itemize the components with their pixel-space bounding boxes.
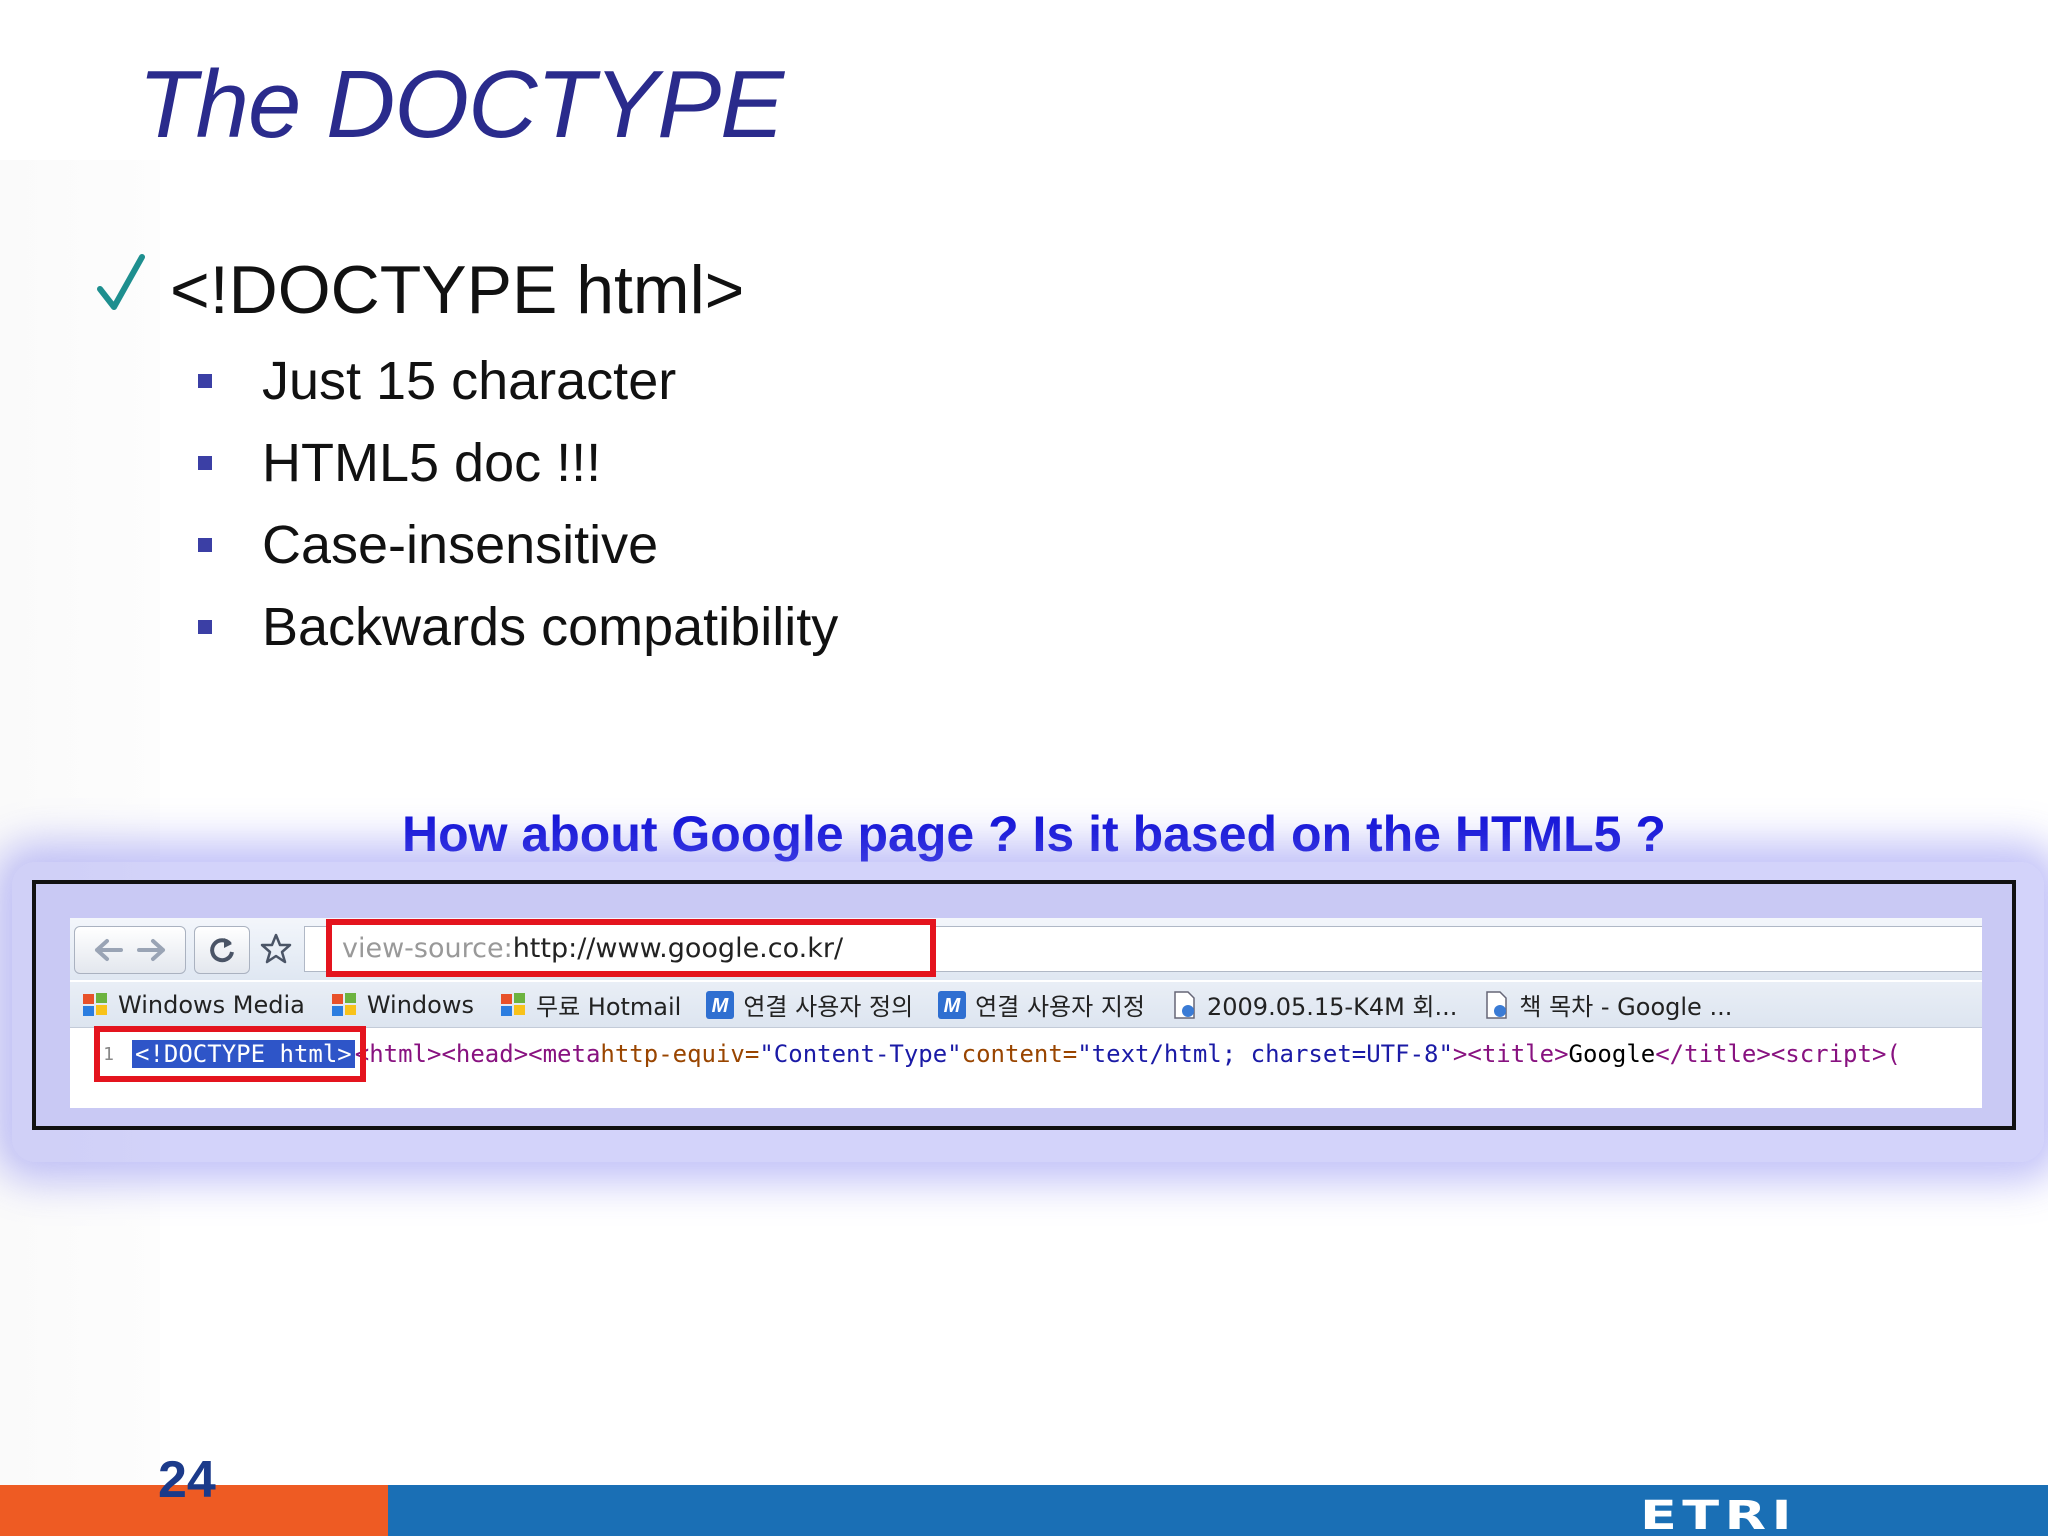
sub-bullet-text: Backwards compatibility (262, 597, 839, 657)
square-bullet-icon (198, 374, 212, 388)
sub-bullet-list: Just 15 character HTML5 doc !!! Case-ins… (198, 340, 838, 668)
back-forward-icon (95, 939, 165, 961)
url-highlight-box[interactable]: view-source:http://www.google.co.kr/ (326, 919, 936, 977)
browser-screenshot: Windows Media Windows 무료 Hotmail M 연결 사용… (32, 880, 2016, 1130)
source-tags: ><title> (1452, 1040, 1569, 1068)
square-bullet-icon (198, 538, 212, 552)
source-title-text: Google (1568, 1040, 1656, 1068)
reload-icon (210, 938, 234, 963)
main-bullet-text: <!DOCTYPE html> (170, 252, 745, 328)
bookmark-item[interactable]: 무료 Hotmail (498, 987, 681, 1022)
windows-icon (331, 992, 356, 1016)
bookmark-item[interactable]: Windows (329, 990, 474, 1020)
doctype-highlight-box (94, 1026, 366, 1082)
page-number: 24 (158, 1451, 216, 1509)
bookmark-label: 무료 Hotmail (535, 993, 682, 1021)
svg-text:M: M (944, 995, 962, 1017)
square-bullet-icon (198, 620, 212, 634)
sub-bullet-item: Case-insensitive (198, 504, 838, 586)
source-value: "text/html; charset=UTF-8" (1077, 1040, 1453, 1068)
windows-icon (83, 992, 107, 1016)
sub-bullet-item: HTML5 doc !!! (198, 422, 838, 504)
bookmark-item[interactable]: M 연결 사용자 지정 (937, 987, 1145, 1022)
source-tags: </title><script>( (1655, 1040, 1901, 1068)
reload-button[interactable] (194, 926, 250, 974)
source-tags: <html><head><meta (354, 1040, 601, 1068)
m-icon: M (938, 990, 967, 1019)
page-icon (1486, 990, 1508, 1019)
slide-background-shade (0, 160, 160, 1485)
sub-bullet-text: Case-insensitive (262, 515, 659, 575)
windows-icon (500, 992, 525, 1016)
bookmark-item[interactable]: Windows Media (80, 990, 305, 1020)
url-main: http://www.google.co.kr/ (512, 932, 844, 964)
source-attribute: content= (961, 1040, 1078, 1068)
bookmark-item[interactable]: 2009.05.15-K4M 회... (1169, 987, 1457, 1022)
bookmark-label: Windows Media (118, 990, 305, 1019)
m-icon: M (706, 990, 735, 1019)
bookmark-label: 책 목차 - Google ... (1519, 993, 1733, 1021)
sub-bullet-text: HTML5 doc !!! (262, 433, 602, 493)
bookmark-label: 연결 사용자 정의 (743, 993, 914, 1021)
source-value: "Content-Type" (759, 1040, 962, 1068)
square-bullet-icon (198, 456, 212, 470)
question-caption: How about Google page ? Is it based on t… (402, 806, 1666, 862)
page-icon (1174, 990, 1195, 1019)
sub-bullet-item: Just 15 character (198, 340, 838, 422)
url-text: view-source:http://www.google.co.kr/ (342, 933, 843, 964)
star-icon (260, 933, 292, 964)
bookmarks-bar: Windows Media Windows 무료 Hotmail M 연결 사용… (70, 982, 1982, 1028)
bookmark-item[interactable]: 책 목차 - Google ... (1481, 987, 1732, 1022)
footer-blue-band (388, 1485, 2048, 1536)
bookmark-label: 연결 사용자 지정 (975, 993, 1145, 1021)
url-prefix: view-source: (342, 932, 513, 964)
main-bullet: <!DOCTYPE html> (96, 240, 744, 340)
back-forward-buttons[interactable] (74, 926, 186, 974)
bookmark-label: 2009.05.15-K4M 회... (1207, 993, 1458, 1021)
source-attribute: http-equiv= (600, 1040, 760, 1068)
slide-title: The DOCTYPE (138, 51, 784, 158)
etri-logo: ETRI (1640, 1493, 1798, 1539)
sub-bullet-item: Backwards compatibility (198, 586, 838, 668)
bookmark-label: Windows (366, 990, 474, 1019)
bookmark-item[interactable]: M 연결 사용자 정의 (705, 987, 913, 1022)
sub-bullet-text: Just 15 character (262, 351, 677, 411)
checkmark-icon (97, 254, 145, 310)
bookmark-star-button[interactable] (256, 926, 296, 972)
svg-text:M: M (712, 995, 730, 1017)
